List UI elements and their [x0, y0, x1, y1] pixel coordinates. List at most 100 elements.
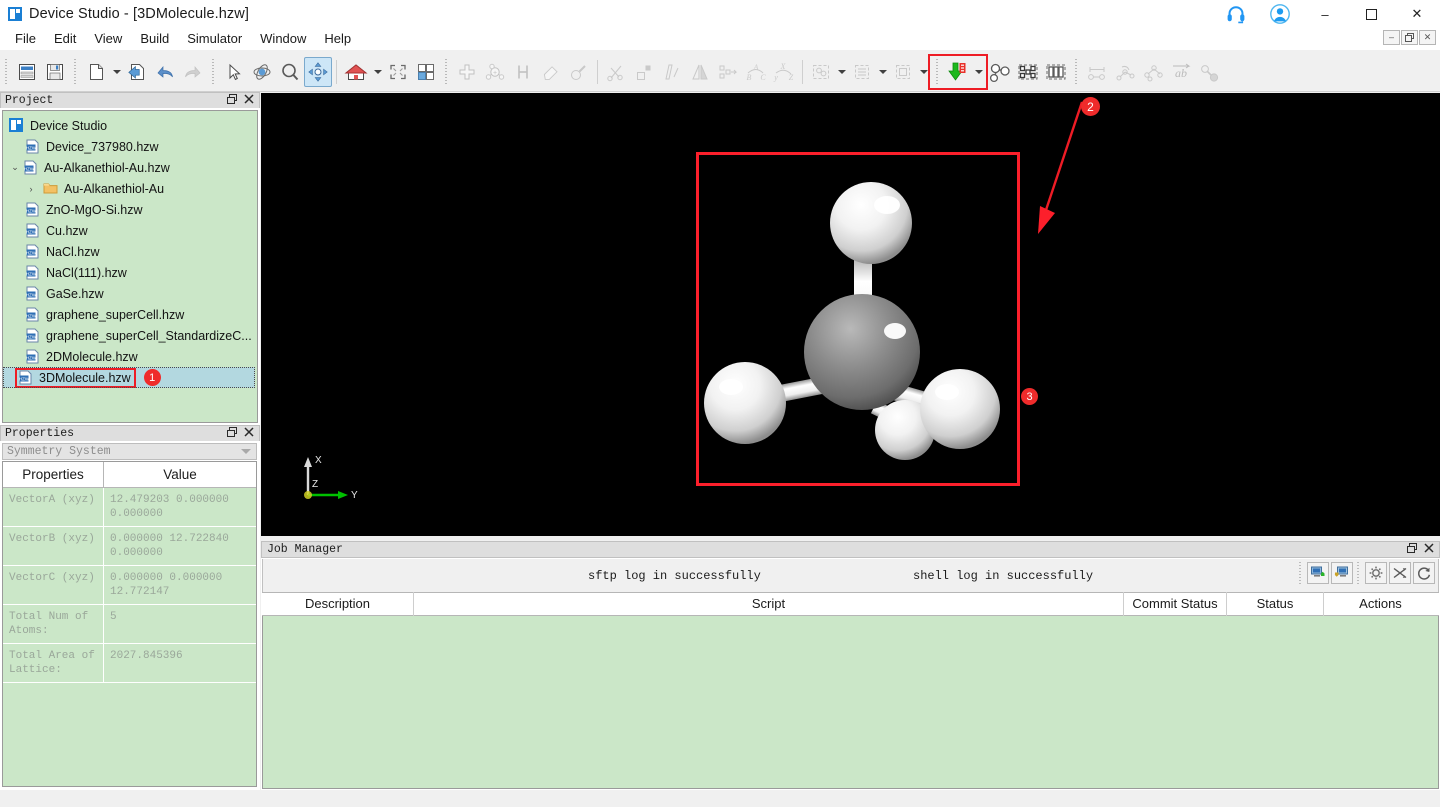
- menu-simulator[interactable]: Simulator: [178, 29, 251, 49]
- save-icon[interactable]: [41, 57, 69, 87]
- project-tree[interactable]: Device Studio HZW Device_737980.hzw ⌄ HZ…: [2, 110, 258, 423]
- layer-dropdown-arrow[interactable]: [876, 57, 889, 87]
- molecule-3d-viewport[interactable]: X Y Z: [261, 93, 1440, 536]
- tree-item-graphene-supercell[interactable]: HZW graphene_superCell.hzw: [3, 304, 257, 325]
- tree-item-cu[interactable]: HZW Cu.hzw: [3, 220, 257, 241]
- menu-file[interactable]: File: [6, 29, 45, 49]
- export-energy-dropdown-arrow[interactable]: [972, 57, 985, 87]
- table-row[interactable]: VectorC (xyz) 0.000000 0.000000 12.77214…: [3, 566, 256, 605]
- job-toolbar-grip-2[interactable]: [1355, 562, 1361, 584]
- select-pointer-icon[interactable]: [220, 57, 248, 87]
- mdi-minimize-button[interactable]: –: [1383, 30, 1400, 45]
- undo-icon[interactable]: [151, 57, 179, 87]
- new-file-icon[interactable]: [82, 57, 110, 87]
- user-avatar-icon[interactable]: [1258, 0, 1302, 28]
- toolbar-grip-2[interactable]: [72, 59, 79, 85]
- column-header-actions[interactable]: Actions: [1324, 592, 1437, 616]
- cluster-dropdown-arrow[interactable]: [835, 57, 848, 87]
- download-from-server-icon[interactable]: [1331, 562, 1353, 584]
- shuffle-jobs-icon[interactable]: [1389, 562, 1411, 584]
- tree-item-label: Device Studio: [30, 118, 107, 134]
- column-header-properties: Properties: [3, 462, 104, 487]
- multi-view-icon[interactable]: [412, 57, 440, 87]
- tree-expander-icon[interactable]: ⌄: [7, 162, 23, 173]
- tree-item-label: graphene_superCell.hzw: [46, 307, 184, 323]
- table-row[interactable]: VectorA (xyz) 12.479203 0.000000 0.00000…: [3, 488, 256, 527]
- mirror-icon: [686, 57, 714, 87]
- tree-item-zno-mgo-si[interactable]: HZW ZnO-MgO-Si.hzw: [3, 199, 257, 220]
- tree-item-nacl-111[interactable]: HZW NaCl(111).hzw: [3, 262, 257, 283]
- toolbar-grip-4[interactable]: [443, 59, 450, 85]
- tree-item-3dmolecule[interactable]: HZW 3DMolecule.hzw 1: [3, 367, 255, 388]
- home-view-icon[interactable]: [341, 57, 371, 87]
- lattice-dropdown-arrow[interactable]: [917, 57, 930, 87]
- menu-edit[interactable]: Edit: [45, 29, 85, 49]
- toolbar-grip-3[interactable]: [210, 59, 217, 85]
- restore-panel-icon[interactable]: [227, 94, 237, 108]
- close-panel-icon[interactable]: [244, 94, 254, 108]
- tree-expander-icon[interactable]: ›: [23, 184, 39, 194]
- upload-to-server-icon[interactable]: [1307, 562, 1329, 584]
- menu-window[interactable]: Window: [251, 29, 315, 49]
- device-studio-logo: [9, 118, 25, 134]
- rotate-icon[interactable]: [248, 57, 276, 87]
- tree-item-label: 2DMolecule.hzw: [46, 349, 138, 365]
- tree-item-label: Cu.hzw: [46, 223, 88, 239]
- symmetry-system-select[interactable]: Symmetry System: [2, 443, 257, 460]
- menu-view[interactable]: View: [85, 29, 131, 49]
- translate-icon: [714, 57, 742, 87]
- settings-gear-icon[interactable]: [1365, 562, 1387, 584]
- table-row[interactable]: Total Num of Atoms: 5: [3, 605, 256, 644]
- table-row[interactable]: VectorB (xyz) 0.000000 12.722840 0.00000…: [3, 527, 256, 566]
- tree-item-graphene-supercell-standardize[interactable]: HZW graphene_superCell_StandardizeC...: [3, 325, 257, 346]
- refresh-icon[interactable]: [1413, 562, 1435, 584]
- toolbar-grip-6[interactable]: [1073, 59, 1080, 85]
- mdi-close-button[interactable]: ✕: [1419, 30, 1436, 45]
- window-minimize-button[interactable]: –: [1302, 0, 1348, 28]
- headset-icon[interactable]: [1214, 0, 1258, 28]
- toolbar-grip-5[interactable]: [934, 59, 941, 85]
- restore-panel-icon[interactable]: [1407, 543, 1417, 557]
- mdi-restore-button[interactable]: [1401, 30, 1418, 45]
- menu-help[interactable]: Help: [315, 29, 360, 49]
- pan-move-icon[interactable]: [304, 57, 332, 87]
- tree-item-device-studio[interactable]: Device Studio: [3, 115, 257, 136]
- toolbar-grip[interactable]: [3, 59, 10, 85]
- table-row[interactable]: Total Area of Lattice: 2027.845396: [3, 644, 256, 683]
- column-header-script[interactable]: Script: [414, 592, 1124, 616]
- new-file-dropdown-arrow[interactable]: [110, 57, 123, 87]
- close-panel-icon[interactable]: [1424, 543, 1434, 557]
- svg-text:HZW: HZW: [26, 271, 37, 276]
- tree-item-2dmolecule[interactable]: HZW 2DMolecule.hzw: [3, 346, 257, 367]
- slab-view-icon[interactable]: [1042, 57, 1070, 87]
- tree-item-gase[interactable]: HZW GaSe.hzw: [3, 283, 257, 304]
- export-energy-icon[interactable]: [944, 57, 972, 87]
- home-view-dropdown-arrow[interactable]: [371, 57, 384, 87]
- tree-item-label: Device_737980.hzw: [46, 139, 159, 155]
- import-file-icon[interactable]: [123, 57, 151, 87]
- menu-build[interactable]: Build: [131, 29, 178, 49]
- column-header-status[interactable]: Status: [1227, 592, 1324, 616]
- properties-table: Properties Value VectorA (xyz) 12.479203…: [2, 461, 257, 787]
- tree-item-label: ZnO-MgO-Si.hzw: [46, 202, 143, 218]
- svg-text:X: X: [780, 62, 787, 71]
- tree-item-device-737980[interactable]: HZW Device_737980.hzw: [3, 136, 257, 157]
- tree-item-au-alkanethiol-au-file[interactable]: ⌄ HZW Au-Alkanethiol-Au.hzw: [3, 157, 257, 178]
- tree-item-au-alkanethiol-au-folder[interactable]: › Au-Alkanethiol-Au: [3, 178, 257, 199]
- fit-view-icon[interactable]: [384, 57, 412, 87]
- job-toolbar-grip[interactable]: [1297, 562, 1303, 584]
- column-header-description[interactable]: Description: [262, 592, 414, 616]
- column-header-commit-status[interactable]: Commit Status: [1124, 592, 1227, 616]
- molecule-view-icon[interactable]: [986, 57, 1014, 87]
- export-energy-highlight-box: [930, 56, 986, 88]
- restore-panel-icon[interactable]: [227, 427, 237, 441]
- zoom-icon[interactable]: [276, 57, 304, 87]
- open-project-icon[interactable]: [13, 57, 41, 87]
- tree-item-nacl[interactable]: HZW NaCl.hzw: [3, 241, 257, 262]
- close-panel-icon[interactable]: [244, 427, 254, 441]
- job-table-body[interactable]: [262, 616, 1439, 789]
- window-maximize-button[interactable]: [1348, 0, 1394, 28]
- lattice-icon: [889, 57, 917, 87]
- crystal-view-icon[interactable]: [1014, 57, 1042, 87]
- window-close-button[interactable]: ✕: [1394, 0, 1440, 28]
